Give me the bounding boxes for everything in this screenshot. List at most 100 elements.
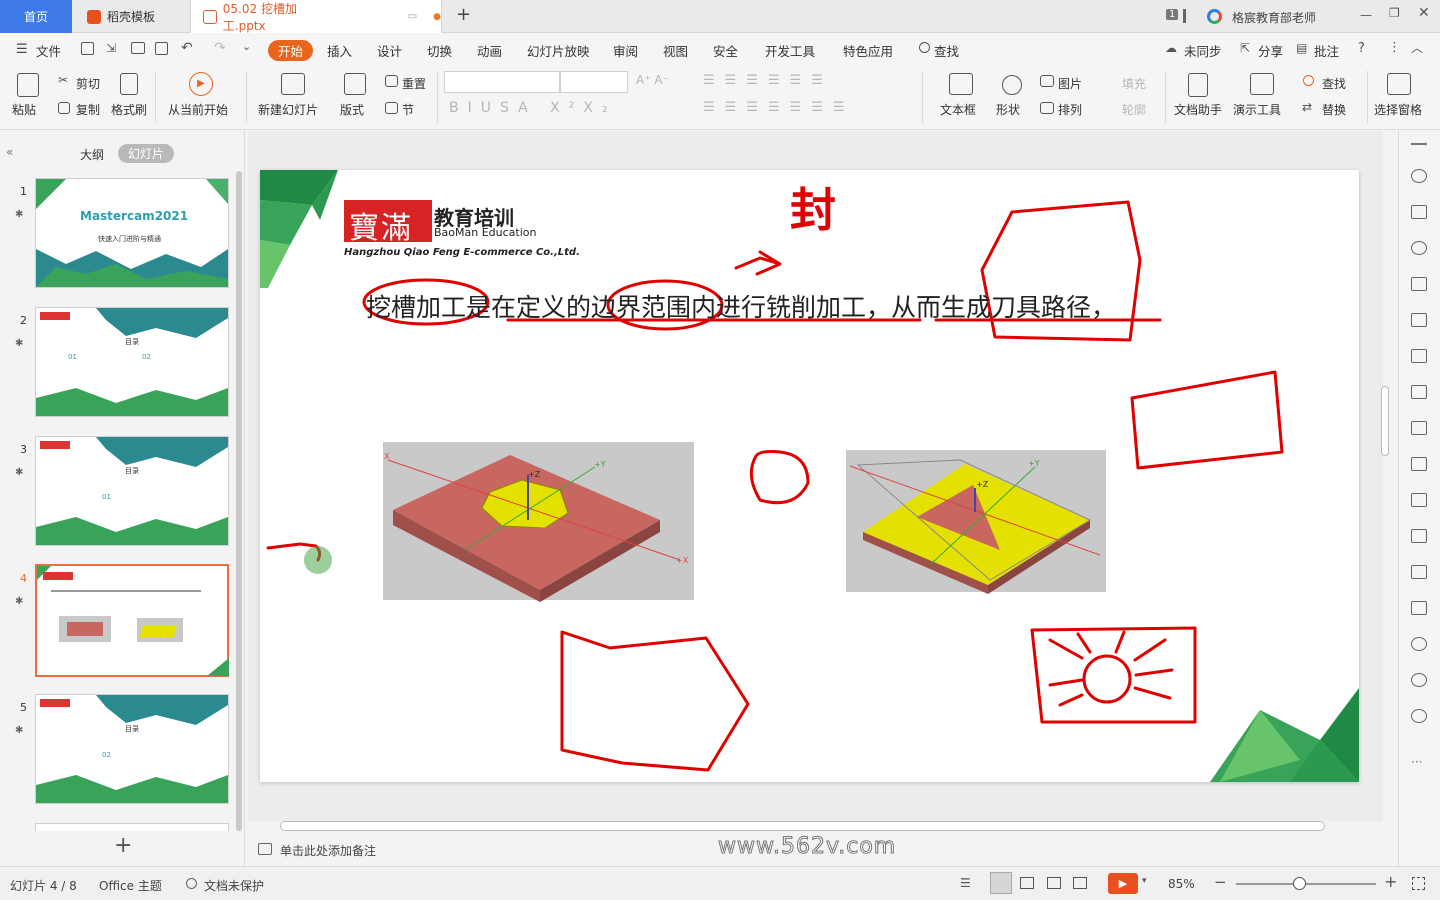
grid-icon[interactable] <box>1411 349 1427 363</box>
protect-status[interactable]: 文档未保护 <box>204 877 264 894</box>
play-slideshow-button[interactable]: ▶ <box>1108 873 1138 894</box>
zoom-value[interactable]: 85% <box>1168 877 1195 891</box>
zoom-in-button[interactable]: + <box>1384 872 1397 891</box>
font-name-select[interactable] <box>444 71 560 93</box>
tab-templates[interactable]: 稻壳模板 <box>73 0 187 33</box>
layout-icon[interactable] <box>1183 9 1186 23</box>
select-pane-button[interactable]: 选择窗格 <box>1374 101 1422 118</box>
reset-button[interactable]: 重置 <box>402 75 426 92</box>
customize-icon[interactable]: ⌄ <box>242 40 251 53</box>
canvas-vscroll-thumb[interactable] <box>1381 386 1389 456</box>
archive-icon[interactable] <box>1411 529 1427 543</box>
search-icon[interactable] <box>919 42 930 53</box>
zoom-slider-track[interactable] <box>1236 883 1376 885</box>
slide-4[interactable]: 寶滿 教育培训 BaoMan Education Hangzhou Qiao F… <box>260 170 1359 782</box>
print-icon[interactable] <box>131 42 145 54</box>
table-icon[interactable] <box>1411 313 1427 327</box>
shape-button[interactable]: 形状 <box>996 101 1020 118</box>
textbox-button[interactable]: 文本框 <box>940 101 976 118</box>
sorter-view-icon[interactable] <box>1020 877 1034 889</box>
preview-icon[interactable] <box>155 42 168 55</box>
image-icon[interactable] <box>1411 457 1427 471</box>
slides-tab[interactable]: 幻灯片 <box>118 144 175 163</box>
more-dots-icon[interactable]: ··· <box>1411 755 1422 769</box>
slide-thumbnail-6[interactable] <box>35 823 229 831</box>
slide-body-text[interactable]: 挖槽加工是在定义的边界范围内进行铣削加工，从而生成刀具路径， <box>366 288 1116 324</box>
menu-tab-review[interactable]: 审阅 <box>613 41 638 60</box>
redo-icon[interactable]: ↷ <box>214 40 226 56</box>
menu-tab-insert[interactable]: 插入 <box>327 41 352 60</box>
normal-view-icon[interactable] <box>990 872 1012 894</box>
audio-icon[interactable] <box>1411 601 1427 615</box>
star-icon[interactable] <box>1411 169 1427 183</box>
menu-tab-start[interactable]: 开始 <box>268 40 314 61</box>
new-tab-button[interactable]: + <box>456 4 471 25</box>
play-dropdown-icon[interactable]: ▾ <box>1142 876 1147 886</box>
collapse-ribbon-icon[interactable]: ︿ <box>1411 39 1423 56</box>
close-icon[interactable]: ✕ <box>1418 5 1430 21</box>
settings-icon[interactable] <box>1411 421 1427 435</box>
zoom-slider-thumb[interactable] <box>1293 877 1306 890</box>
sync-status[interactable]: 未同步 <box>1184 41 1222 60</box>
fill-button[interactable]: 填充 <box>1122 75 1146 92</box>
menu-file[interactable]: 文件 <box>36 41 61 60</box>
copy-style-icon[interactable] <box>1411 205 1427 219</box>
slide-thumbnail-1[interactable]: Mastercam2021 快速入门进阶与精通 <box>35 178 229 288</box>
present-tools-button[interactable]: 演示工具 <box>1233 101 1281 118</box>
menu-tab-transition[interactable]: 切换 <box>427 41 452 60</box>
slide-thumbnail-3[interactable]: 目录 01 <box>35 436 229 546</box>
paragraph-icons[interactable]: ☰☰☰☰☰☰ <box>703 73 833 88</box>
fill-icon[interactable] <box>1411 277 1427 291</box>
format-painter-button[interactable]: 格式刷 <box>111 101 147 118</box>
zoom-out-button[interactable]: − <box>1214 873 1227 891</box>
share-button[interactable]: 分享 <box>1258 41 1283 60</box>
collapse-panel-icon[interactable]: « <box>6 145 13 159</box>
doc-assistant-button[interactable]: 文档助手 <box>1174 101 1222 118</box>
export-icon[interactable] <box>1411 493 1427 507</box>
menu-tab-slideshow[interactable]: 幻灯片放映 <box>527 41 590 60</box>
shield-icon[interactable] <box>1411 637 1427 651</box>
save-icon[interactable] <box>81 42 94 55</box>
help-circle-icon[interactable] <box>1411 709 1427 723</box>
menu-search[interactable]: 查找 <box>934 41 959 60</box>
user-avatar[interactable] <box>1207 9 1222 24</box>
slide-thumbnail-4[interactable] <box>35 564 229 677</box>
slide-thumbnail-2[interactable]: 目录 01 02 <box>35 307 229 417</box>
menu-tab-security[interactable]: 安全 <box>713 41 738 60</box>
output-icon[interactable]: ⇲ <box>106 41 116 55</box>
camera-icon[interactable] <box>1073 877 1087 889</box>
more-icon[interactable]: ⋮ <box>1388 40 1401 55</box>
picture-icon-side[interactable] <box>1411 565 1427 579</box>
theme-name[interactable]: Office 主题 <box>99 877 162 894</box>
panel-scrollbar[interactable] <box>236 171 242 831</box>
menu-tab-view[interactable]: 视图 <box>663 41 688 60</box>
replace-button[interactable]: 替换 <box>1322 101 1346 118</box>
menu-tab-special[interactable]: 特色应用 <box>843 41 893 60</box>
outline-button[interactable]: 轮廓 <box>1122 101 1146 118</box>
undo-icon[interactable]: ↶ <box>181 40 193 56</box>
font-size-select[interactable] <box>560 71 628 93</box>
from-current-button[interactable]: 从当前开始 <box>168 101 228 118</box>
align-icons[interactable]: ☰☰☰☰☰☰☰ <box>703 100 855 115</box>
find-button[interactable]: 查找 <box>1322 75 1346 92</box>
cut-button[interactable]: 剪切 <box>76 75 100 92</box>
tab-document[interactable]: 05.02 挖槽加工.pptx ▭ ● <box>190 0 442 33</box>
minimize-icon[interactable]: — <box>1360 8 1372 22</box>
menu-tab-design[interactable]: 设计 <box>377 41 402 60</box>
shape-effects-icon[interactable] <box>1411 241 1427 255</box>
restore-tab-icon[interactable]: ▭ <box>408 11 417 22</box>
user-name[interactable]: 格宸教育部老师 <box>1232 9 1316 26</box>
chart-icon[interactable] <box>1411 385 1427 399</box>
paste-icon[interactable] <box>17 73 39 97</box>
reading-view-icon[interactable] <box>1047 877 1061 889</box>
history-icon[interactable] <box>1411 673 1427 687</box>
paste-button[interactable]: 粘贴 <box>12 101 36 118</box>
arrange-button[interactable]: 排列 <box>1058 101 1082 118</box>
font-grow-icon[interactable]: A⁺ A⁻ <box>636 73 669 87</box>
fit-window-icon[interactable] <box>1412 877 1425 890</box>
section-button[interactable]: 节 <box>402 101 414 118</box>
copy-button[interactable]: 复制 <box>76 101 100 118</box>
new-slide-button[interactable]: 新建幻灯片 <box>258 101 318 118</box>
restore-icon[interactable]: ❐ <box>1389 6 1400 20</box>
menu-tab-developer[interactable]: 开发工具 <box>765 41 815 60</box>
